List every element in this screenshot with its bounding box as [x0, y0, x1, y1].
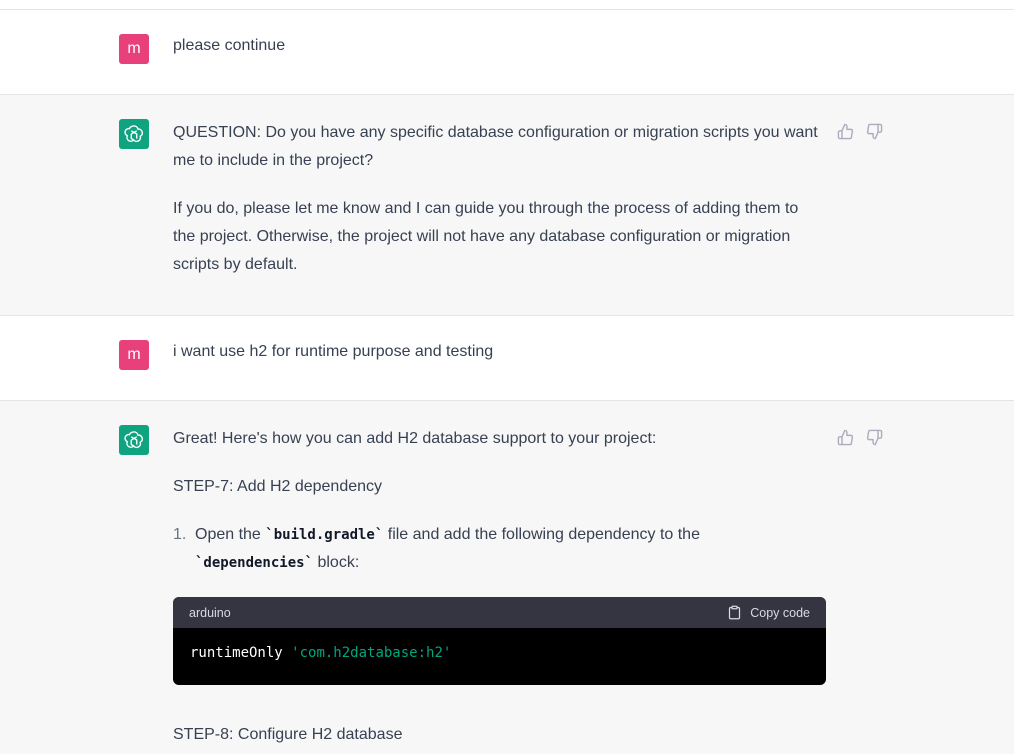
avatar-letter: m [127, 40, 141, 57]
code-block-header: arduino Copy code [173, 597, 826, 628]
user-avatar: m [119, 34, 149, 64]
avatar-letter: m [127, 346, 141, 363]
code-block: arduino Copy code runtimeOnly 'com.h2dat… [173, 597, 826, 685]
assistant-message: Great! Here's how you can add H2 databas… [0, 401, 1014, 754]
feedback-buttons [837, 429, 883, 446]
chat-thread: m please continue QUESTION: Do you have … [0, 0, 1014, 754]
list-number: 1. [173, 526, 187, 543]
code-text: runtimeOnly [190, 645, 292, 661]
inline-code: `build.gradle` [265, 527, 384, 543]
inline-code: `dependencies` [195, 555, 314, 571]
user-avatar: m [119, 340, 149, 370]
code-string: 'com.h2database:h2' [291, 645, 452, 661]
assistant-paragraph: If you do, please let me know and I can … [173, 200, 799, 273]
assistant-message-body: QUESTION: Do you have any specific datab… [173, 119, 823, 279]
list-text: Open the [195, 526, 266, 543]
user-message: m i want use h2 for runtime purpose and … [0, 316, 1014, 401]
list-item: 1. Open the `build.gradle` file and add … [173, 521, 823, 577]
openai-logo-icon [124, 125, 143, 143]
thumbs-up-icon[interactable] [837, 429, 854, 446]
assistant-avatar [119, 119, 149, 149]
step-heading: STEP-7: Add H2 dependency [173, 478, 383, 495]
assistant-message: QUESTION: Do you have any specific datab… [0, 95, 1014, 316]
thumbs-down-icon[interactable] [866, 123, 883, 140]
code-content: runtimeOnly 'com.h2database:h2' [173, 628, 826, 678]
openai-logo-icon [124, 431, 143, 449]
user-message-text: please continue [173, 37, 286, 54]
code-language: arduino [189, 605, 231, 620]
thumbs-up-icon[interactable] [837, 123, 854, 140]
feedback-buttons [837, 123, 883, 140]
step-heading: STEP-8: Configure H2 database [173, 726, 403, 743]
clipboard-icon [729, 605, 741, 620]
assistant-paragraph: QUESTION: Do you have any specific datab… [173, 124, 818, 169]
user-message: m please continue [0, 10, 1014, 95]
assistant-avatar [119, 425, 149, 455]
thumbs-down-icon[interactable] [866, 429, 883, 446]
copy-code-label: Copy code [750, 605, 810, 620]
user-message-text: i want use h2 for runtime purpose and te… [173, 343, 494, 360]
list-text: file and add the following dependency to… [383, 526, 700, 543]
assistant-intro: Great! Here's how you can add H2 databas… [173, 430, 657, 447]
copy-code-button[interactable]: Copy code [727, 605, 810, 620]
list-text: block: [313, 554, 360, 571]
